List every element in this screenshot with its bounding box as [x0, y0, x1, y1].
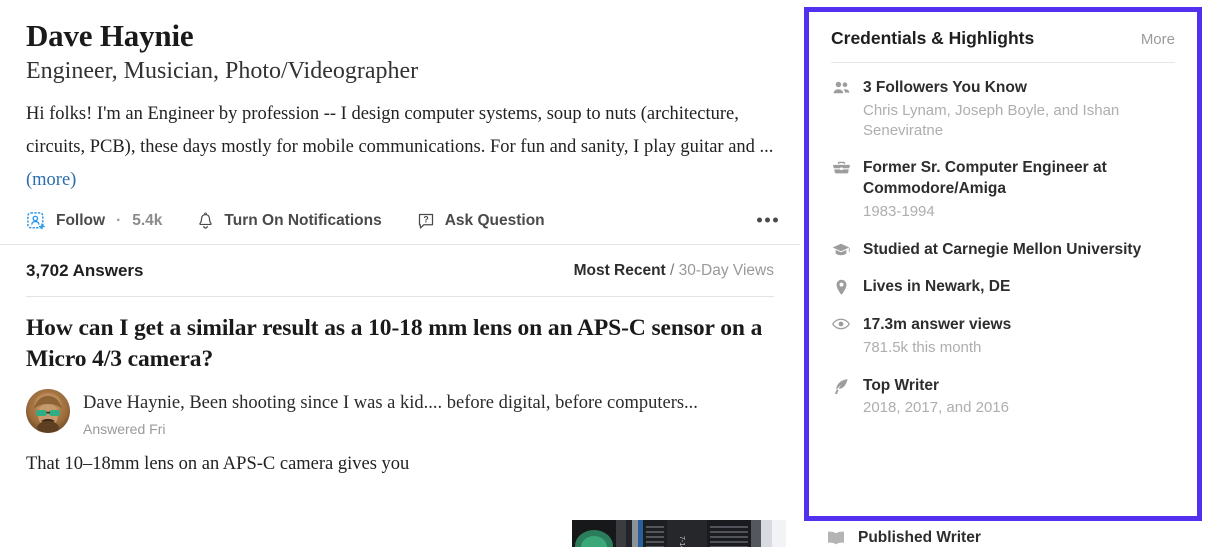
- list-item[interactable]: Studied at Carnegie Mellon University: [831, 240, 1175, 261]
- answers-sort-options: Most Recent / 30-Day Views: [574, 262, 774, 280]
- list-item-body: Studied at Carnegie Mellon University: [863, 240, 1141, 261]
- answer-item: How can I get a similar result as a 10-1…: [0, 297, 800, 480]
- profile-tagline: Engineer, Musician, Photo/Videographer: [26, 58, 419, 85]
- list-item-primary: Former Sr. Computer Engineer at Commodor…: [863, 159, 1107, 198]
- profile-bio-text: Hi folks! I'm an Engineer by profession …: [26, 104, 774, 158]
- list-item-body: Lives in Newark, DE: [863, 277, 1010, 298]
- list-item-body: Former Sr. Computer Engineer at Commodor…: [863, 158, 1175, 222]
- book-icon: [826, 528, 846, 546]
- answers-count: 3,702 Answers: [26, 260, 144, 280]
- svg-text:?: ?: [423, 215, 428, 225]
- answer-byline: Dave Haynie, Been shooting since I was a…: [83, 389, 698, 437]
- list-item[interactable]: Former Sr. Computer Engineer at Commodor…: [831, 158, 1175, 222]
- camera-lens-photo[interactable]: 7-14: [568, 518, 790, 547]
- bell-icon: [196, 211, 215, 232]
- profile-header: Dave Haynie Engineer, Musician, Photo/Vi…: [0, 0, 800, 197]
- list-item[interactable]: Published Writer: [804, 528, 1202, 547]
- person-add-icon: [26, 211, 47, 232]
- credentials-list: 3 Followers You Know Chris Lynam, Joseph…: [831, 67, 1175, 419]
- list-item-secondary: 1983-1994: [863, 203, 935, 221]
- credentials-panel-header: Credentials & Highlights More: [831, 28, 1175, 62]
- profile-bio: Hi folks! I'm an Engineer by profession …: [26, 98, 774, 197]
- list-item-secondary: Chris Lynam, Joseph Boyle, and Ishan Sen…: [863, 101, 1120, 140]
- list-item-primary: Studied at Carnegie Mellon University: [863, 240, 1142, 258]
- follow-button[interactable]: Follow · 5.4k: [26, 211, 162, 232]
- svg-text:7-14: 7-14: [678, 536, 685, 547]
- graduation-cap-icon: [831, 240, 851, 257]
- answer-author-credential[interactable]: Dave Haynie, Been shooting since I was a…: [83, 390, 698, 416]
- follow-separator: ·: [116, 212, 122, 230]
- list-item-primary: 3 Followers You Know: [863, 79, 1027, 96]
- list-item-primary: 17.3m answer views: [863, 316, 1012, 334]
- credentials-more-link[interactable]: More: [1141, 31, 1175, 48]
- list-item-body: 3 Followers You Know Chris Lynam, Joseph…: [863, 78, 1175, 141]
- credentials-panel-title: Credentials & Highlights: [831, 28, 1035, 48]
- list-item[interactable]: Top Writer 2018, 2017, and 2016: [831, 376, 1175, 419]
- sort-option-most-recent[interactable]: Most Recent: [574, 262, 666, 279]
- credentials-panel-inner: Credentials & Highlights More 3 Follower…: [809, 12, 1197, 419]
- question-title-link[interactable]: How can I get a similar result as a 10-1…: [26, 313, 766, 375]
- list-item[interactable]: Lives in Newark, DE: [831, 277, 1175, 298]
- location-pin-icon: [831, 277, 851, 295]
- list-item-primary: Published Writer: [858, 529, 981, 546]
- briefcase-icon: [831, 158, 851, 175]
- ask-question-button[interactable]: ? Ask Question: [416, 211, 545, 232]
- list-item-body: Top Writer 2018, 2017, and 2016: [863, 376, 1009, 419]
- turn-on-notifications-button[interactable]: Turn On Notifications: [196, 211, 382, 232]
- answer-timestamp: Answered Fri: [83, 421, 166, 438]
- list-item-body: 17.3m answer views 781.5k this month: [863, 315, 1011, 358]
- list-item-body: Published Writer: [858, 528, 981, 547]
- profile-action-bar: Follow · 5.4k Turn On Notifications ? As…: [0, 197, 800, 244]
- list-item-primary: Lives in Newark, DE: [863, 278, 1011, 296]
- turn-on-notifications-label: Turn On Notifications: [224, 212, 382, 230]
- sort-separator: /: [670, 261, 675, 279]
- right-sidebar: Credentials & Highlights More 3 Follower…: [800, 0, 1216, 547]
- ask-question-label: Ask Question: [444, 212, 545, 230]
- more-options-icon[interactable]: [757, 217, 778, 223]
- people-icon: [831, 78, 851, 95]
- answers-toolbar: 3,702 Answers Most Recent / 30-Day Views: [0, 245, 800, 296]
- eye-icon: [831, 315, 851, 331]
- list-item-secondary: 781.5k this month: [863, 339, 982, 357]
- follow-button-label: Follow: [56, 212, 106, 230]
- sort-option-30-day-views[interactable]: 30-Day Views: [679, 262, 774, 279]
- main-content-column: Dave Haynie Engineer, Musician, Photo/Vi…: [0, 0, 800, 547]
- quill-icon: [831, 376, 851, 395]
- answer-byline-row: Dave Haynie, Been shooting since I was a…: [26, 388, 774, 437]
- question-bubble-icon: ?: [416, 211, 436, 232]
- bio-more-link[interactable]: (more): [26, 170, 76, 190]
- avatar[interactable]: [26, 388, 70, 433]
- kebab-dot: [765, 217, 770, 223]
- list-item[interactable]: 3 Followers You Know Chris Lynam, Joseph…: [831, 78, 1175, 141]
- kebab-dot: [773, 217, 778, 223]
- answer-body-excerpt: That 10–18mm lens on an APS-C camera giv…: [26, 454, 410, 475]
- quora-profile-page: Dave Haynie Engineer, Musician, Photo/Vi…: [0, 0, 1216, 547]
- kebab-dot: [757, 217, 762, 223]
- list-item-primary: Top Writer: [863, 376, 940, 394]
- list-item-secondary: 2018, 2017, and 2016: [863, 399, 1009, 417]
- divider: [831, 62, 1175, 63]
- credentials-highlights-panel: Credentials & Highlights More 3 Follower…: [804, 7, 1202, 521]
- follow-count: 5.4k: [132, 212, 163, 230]
- list-item[interactable]: 17.3m answer views 781.5k this month: [831, 315, 1175, 358]
- page-title: Dave Haynie: [26, 18, 194, 53]
